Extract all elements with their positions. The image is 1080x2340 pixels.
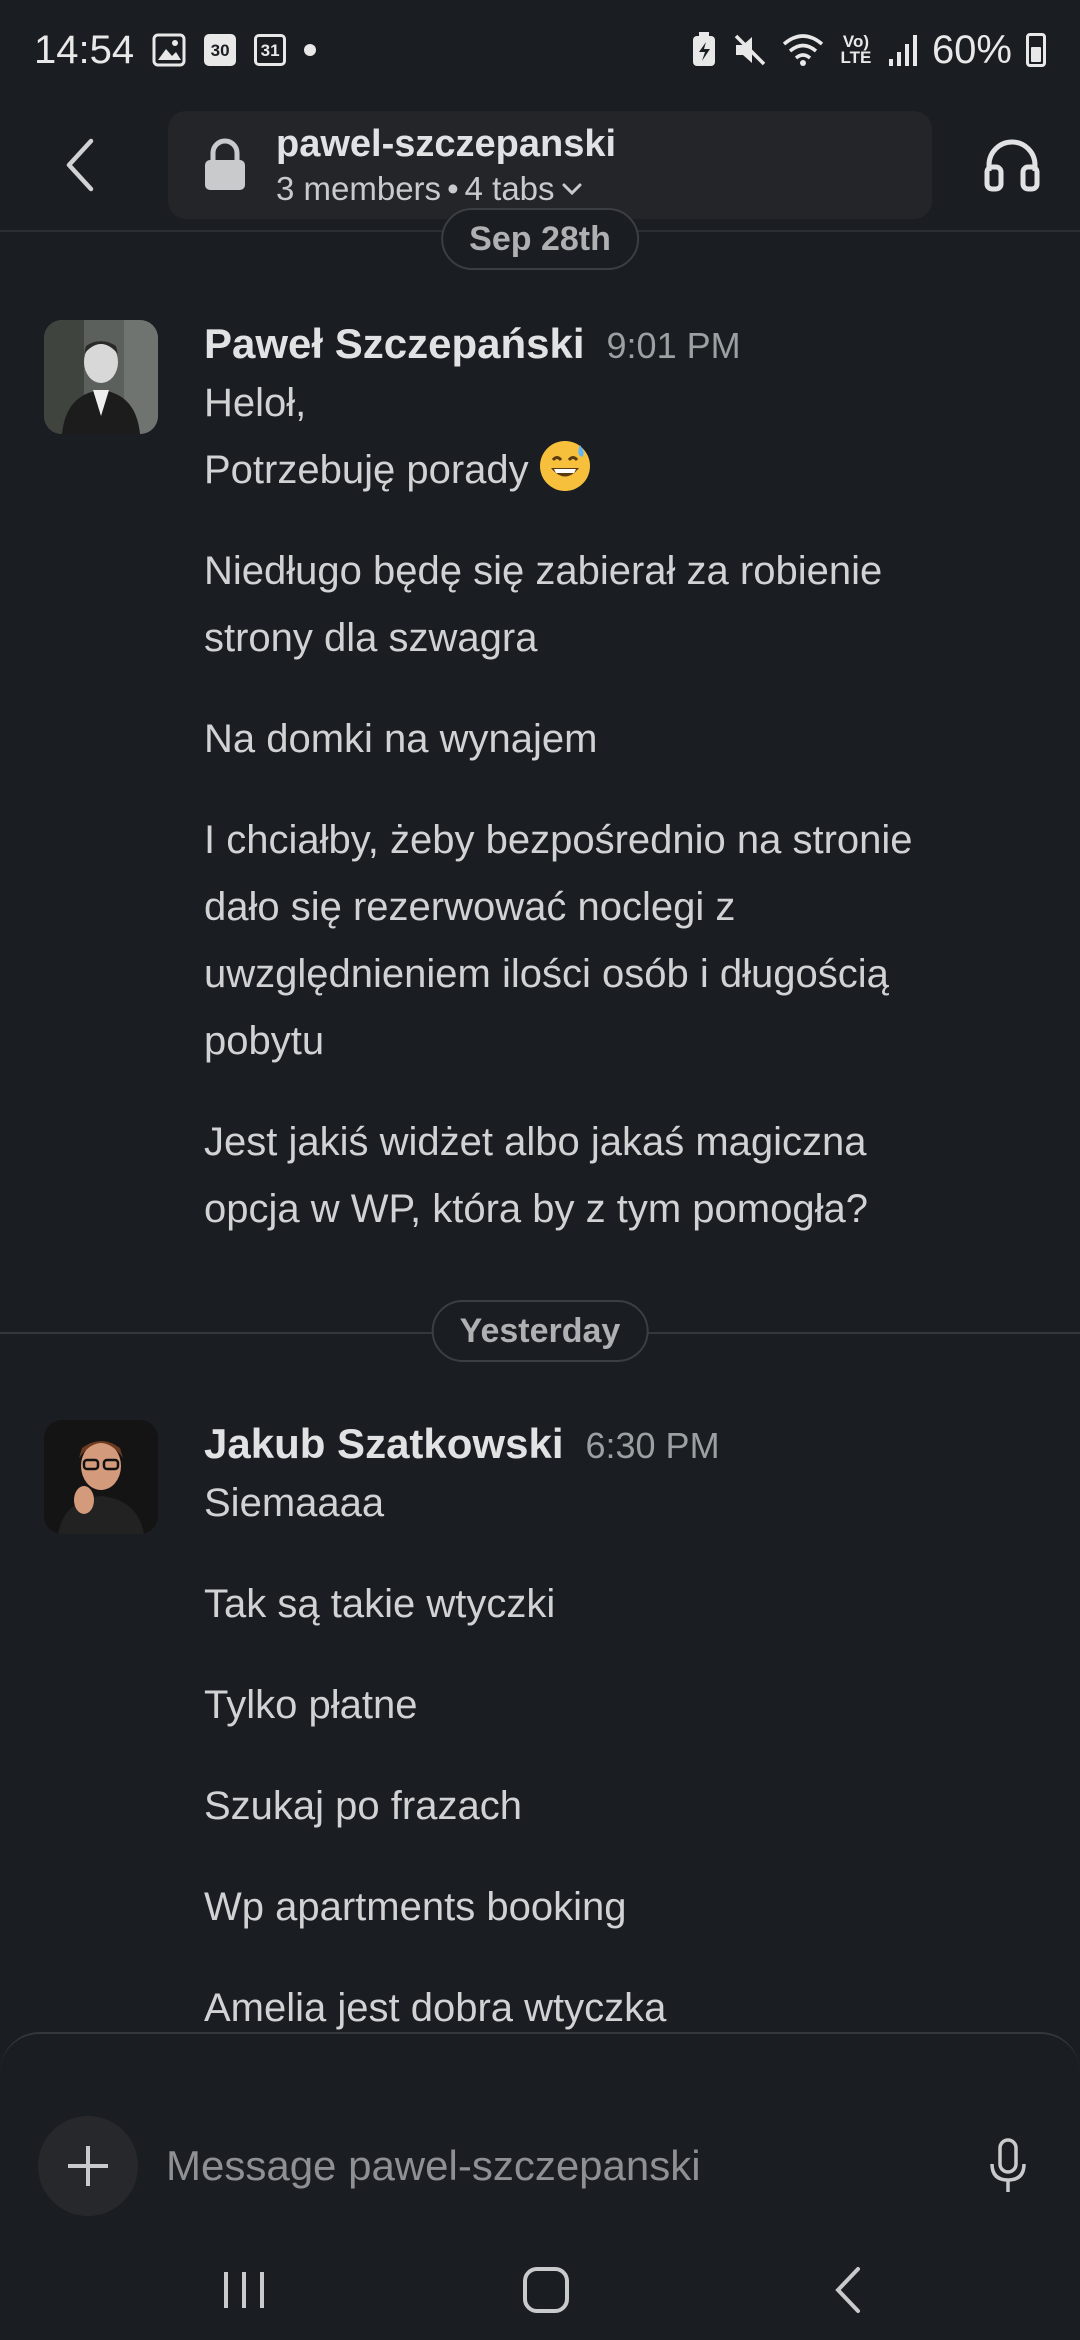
microphone-icon <box>990 2138 1026 2192</box>
message-text: Na domki na wynajem <box>204 717 598 761</box>
date-divider-pill[interactable]: Yesterday <box>431 1300 649 1362</box>
system-back-button[interactable] <box>808 2250 888 2330</box>
message-text: Jest jakiś widżet albo jakaś magiczna <box>204 1120 867 1164</box>
recent-apps-button[interactable] <box>204 2250 284 2330</box>
channel-meta: 3 members • 4 tabs <box>276 168 616 210</box>
volte-indicator: Vo) LTE <box>840 32 872 67</box>
message-text: pobytu <box>204 1019 325 1063</box>
status-time: 14:54 <box>34 27 135 72</box>
battery-percent: 60% <box>931 27 1012 72</box>
message-list[interactable]: Sep 28th Paweł Szczepański 9:01 PM Heloł… <box>0 208 1080 2340</box>
message-text: Potrzebuję porady <box>204 448 529 492</box>
channel-info-button[interactable]: pawel-szczepanski 3 members • 4 tabs <box>168 111 932 219</box>
status-bar: 14:54 30 31 Vo) LTE 60% <box>0 0 1080 100</box>
add-attachment-button[interactable] <box>38 2116 138 2216</box>
tabs-count: 4 tabs <box>464 170 555 207</box>
headphones-icon <box>984 139 1040 192</box>
back-button[interactable] <box>36 120 126 210</box>
message-time: 6:30 PM <box>585 1425 720 1466</box>
calendar-icon: 30 <box>204 34 237 66</box>
home-icon <box>523 2267 569 2313</box>
message-composer <box>0 2032 1080 2222</box>
message-text: dało się rezerwować noclegi z <box>204 885 736 929</box>
message-text: opcja w WP, która by z tym pomogła? <box>204 1187 868 1231</box>
chevron-down-icon <box>562 183 582 196</box>
message-text: Tylko płatne <box>204 1683 418 1727</box>
message-input[interactable] <box>166 2136 926 2196</box>
message-body: Siemaaaa Tak są takie wtyczki Tylko płat… <box>204 1470 980 2076</box>
chevron-left-icon <box>835 2267 860 2313</box>
screen: 14:54 30 31 Vo) LTE 60% pawel-szczepansk… <box>0 0 1080 2340</box>
message-text: strony dla szwagra <box>204 616 538 660</box>
message-text: uwzględnieniem ilości osób i długością <box>204 952 889 996</box>
mute-icon <box>732 32 768 68</box>
date-divider-pill[interactable]: Sep 28th <box>441 208 639 270</box>
gallery-icon <box>152 33 186 67</box>
message-time: 9:01 PM <box>606 325 741 366</box>
message-text: Szukaj po frazach <box>204 1784 522 1828</box>
back-arrow-icon <box>66 138 94 192</box>
plus-icon <box>68 2146 108 2186</box>
lock-icon <box>205 138 245 190</box>
message-body: Heloł, Potrzebuję porady Niedługo będę s… <box>204 370 980 1277</box>
message-text: Niedługo będę się zabierał za robienie <box>204 549 883 593</box>
meta-separator: • <box>447 170 459 207</box>
battery-icon <box>1026 33 1046 67</box>
avatar[interactable] <box>44 1420 158 1534</box>
calendar-icon-2: 31 <box>254 34 287 66</box>
home-button[interactable] <box>506 2250 586 2330</box>
signal-icon <box>888 33 918 67</box>
message-text: Wp apartments booking <box>204 1885 627 1929</box>
message-text: Heloł, <box>204 381 307 425</box>
recent-apps-icon <box>224 2272 264 2308</box>
message-text: Siemaaaa <box>204 1481 385 1525</box>
battery-saver-icon <box>690 32 718 68</box>
notification-dot-icon <box>304 44 317 56</box>
members-count: 3 members <box>276 170 442 207</box>
grinning-face-with-sweat-icon <box>539 441 590 491</box>
avatar[interactable] <box>44 320 158 434</box>
huddle-button[interactable] <box>972 125 1052 205</box>
message-text: Tak są takie wtyczki <box>204 1582 556 1626</box>
message-text: I chciałby, żeby bezpośrednio na stronie <box>204 818 913 862</box>
wifi-icon <box>782 32 824 68</box>
message-author[interactable]: Jakub Szatkowski <box>204 1420 563 1468</box>
voice-message-button[interactable] <box>978 2134 1038 2198</box>
system-nav-bar <box>0 2222 1080 2340</box>
channel-name: pawel-szczepanski <box>276 123 617 165</box>
message-author[interactable]: Paweł Szczepański <box>204 320 585 368</box>
